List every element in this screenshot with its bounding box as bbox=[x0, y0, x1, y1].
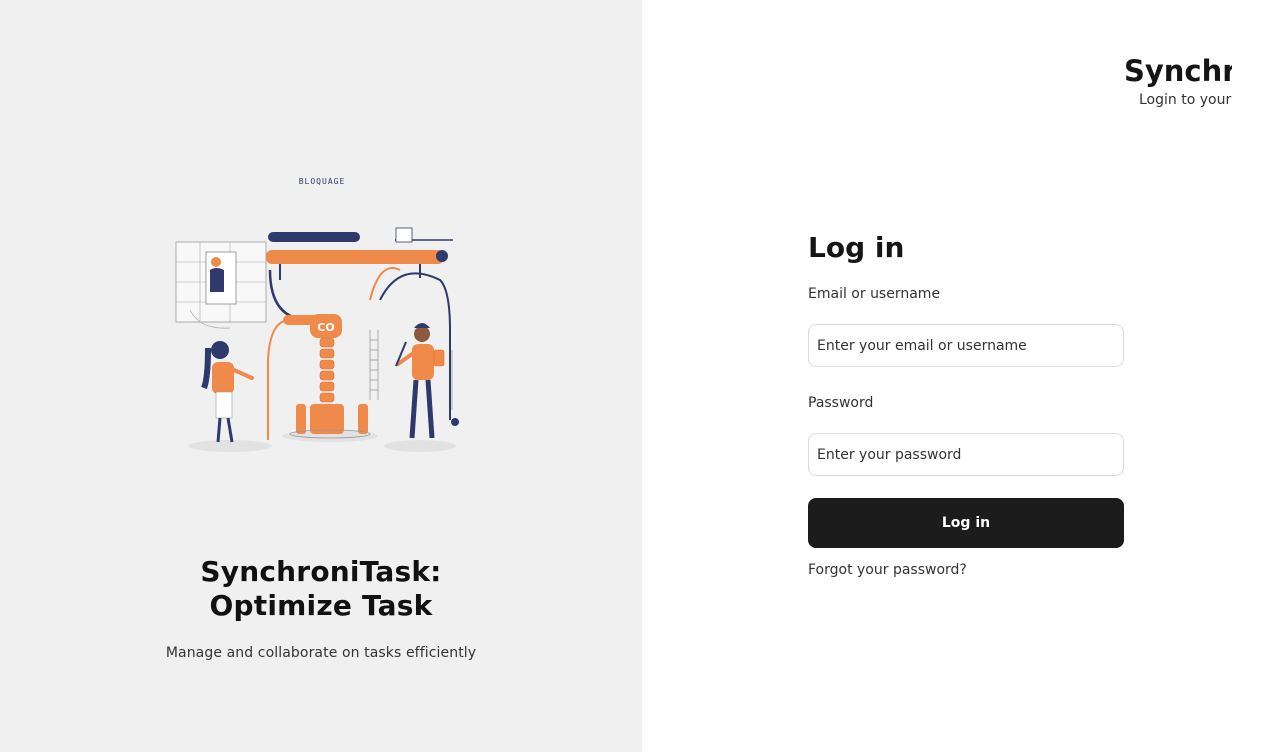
brand-title: SynchroniTask: Optimize Task bbox=[0, 555, 642, 623]
brand-title-line1: SynchroniTask: bbox=[200, 555, 442, 588]
app-header: Synchro Login to your bbox=[1124, 52, 1232, 116]
login-button[interactable]: Log in bbox=[808, 498, 1124, 548]
password-field[interactable] bbox=[808, 433, 1124, 476]
password-label: Password bbox=[808, 395, 874, 411]
login-page: BLOQUAGE CO SynchroniTask: Optimize Task… bbox=[0, 0, 1280, 752]
login-heading: Log in bbox=[808, 231, 905, 264]
forgot-password-link[interactable]: Forgot your password? bbox=[808, 562, 967, 578]
svg-text:CO: CO bbox=[317, 321, 334, 334]
brand-title-line2: Optimize Task bbox=[209, 589, 433, 622]
illustration-caption: BLOQUAGE bbox=[299, 177, 346, 186]
team-illustration: BLOQUAGE CO bbox=[175, 177, 459, 452]
left-panel: BLOQUAGE CO SynchroniTask: Optimize Task… bbox=[0, 0, 642, 752]
app-title: Synchro bbox=[1124, 54, 1232, 88]
app-subtitle: Login to your bbox=[1139, 92, 1232, 108]
brand-subtitle: Manage and collaborate on tasks efficien… bbox=[165, 645, 477, 661]
email-label: Email or username bbox=[808, 286, 941, 302]
brand-block: SynchroniTask: Optimize Task Manage and … bbox=[0, 555, 642, 661]
right-panel: Synchro Login to your Log in Email or us… bbox=[642, 0, 1280, 752]
login-form: Log in Email or username Password Log in… bbox=[808, 228, 1124, 578]
email-field[interactable] bbox=[808, 324, 1124, 367]
